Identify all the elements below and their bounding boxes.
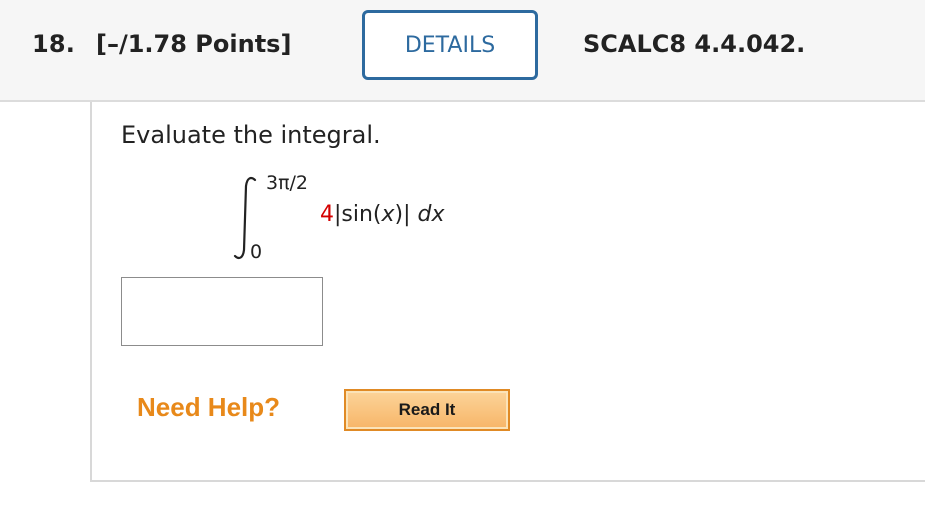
question-code: SCALC8 4.4.042. [583,30,806,58]
question-points: [–/1.78 Points] [96,30,292,58]
integrand: 4|sin(x)| dx [320,202,445,227]
integral-upper-limit: 3π/2 [266,172,309,194]
need-help-label: Need Help? [137,392,281,422]
integrand-expr-open: |sin( [334,202,382,227]
integrand-variable: x [381,202,395,227]
answer-input[interactable] [121,277,323,346]
integrand-expr-close: )| [394,202,418,227]
read-it-button[interactable]: Read It [344,389,510,431]
problem-instruction: Evaluate the integral. [121,121,381,149]
details-button[interactable]: DETAILS [362,10,538,80]
question-number: 18. [32,30,76,58]
integrand-coefficient: 4 [320,202,334,227]
integral-lower-limit: 0 [250,241,263,263]
integrand-differential: dx [417,202,445,227]
